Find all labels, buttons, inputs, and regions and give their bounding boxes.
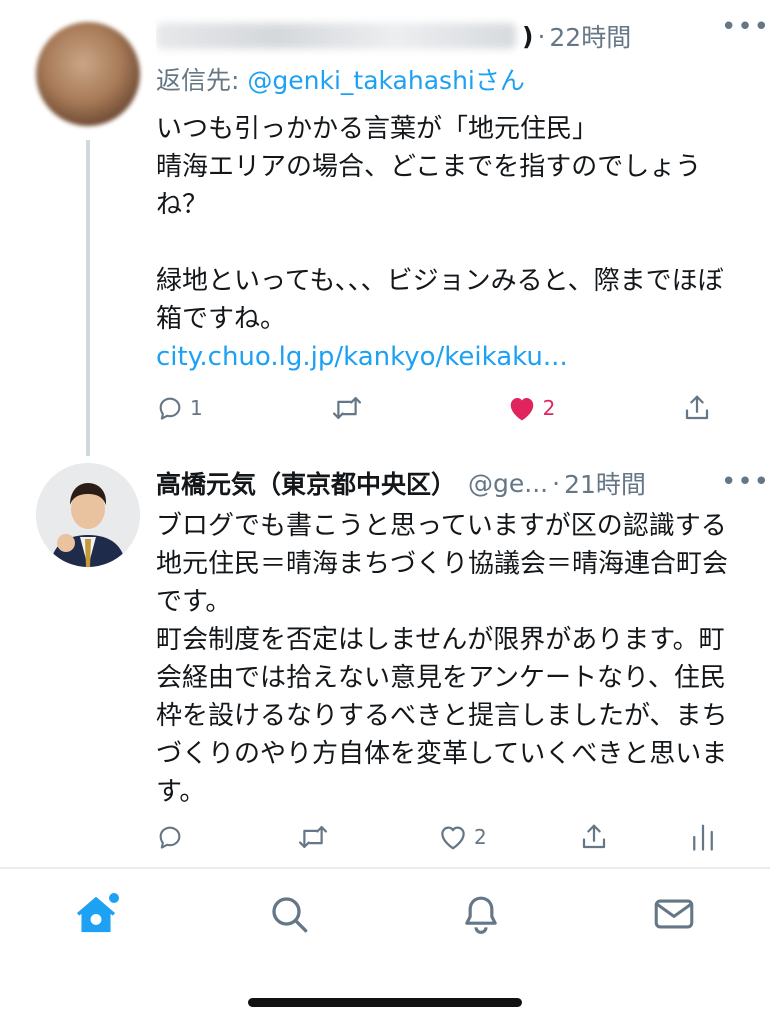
- reply-count: 1: [190, 396, 203, 420]
- avatar-portrait-icon: [36, 463, 140, 567]
- thread-line: [86, 140, 90, 456]
- tweet-header: 高橋元気（東京都中央区） @ge... · 21時間: [156, 459, 742, 507]
- bottom-tab-bar: [0, 869, 770, 959]
- reply-to-handle[interactable]: @genki_takahashi: [247, 66, 474, 95]
- heart-filled-icon: [510, 398, 533, 421]
- tab-home[interactable]: [56, 884, 136, 944]
- tweet-time[interactable]: 22時間: [549, 18, 631, 54]
- retweet-icon: [298, 826, 328, 848]
- tweet-reply[interactable]: ) · 22時間 返信先: @genki_takahashiさん いつも引っかか…: [0, 0, 770, 456]
- reply-to-line: 返信先: @genki_takahashiさん: [156, 60, 742, 102]
- tweet-text: いつも引っかかる言葉が「地元住民」 晴海エリアの場合、どこまでを指すのでしょうね…: [156, 114, 724, 334]
- avatar-blurred[interactable]: [36, 22, 140, 126]
- search-icon: [272, 897, 308, 933]
- retweet-icon: [333, 397, 362, 419]
- tweet-actions: 2: [156, 817, 718, 857]
- tab-messages[interactable]: [634, 884, 714, 944]
- author-name-tail: ): [522, 21, 534, 51]
- share-icon: [582, 824, 606, 849]
- analytics-button[interactable]: [690, 822, 718, 852]
- reply-to-suffix[interactable]: さん: [475, 66, 525, 95]
- tweet-actions: 1 2: [156, 388, 722, 428]
- separator-dot: ·: [552, 468, 561, 498]
- avatar-takahashi[interactable]: [36, 463, 140, 567]
- tweet-content: ) · 22時間 返信先: @genki_takahashiさん いつも引っかか…: [156, 12, 742, 376]
- more-options-icon[interactable]: •••: [721, 12, 770, 42]
- retweet-button[interactable]: [297, 823, 367, 851]
- heart-outline-icon: [441, 826, 465, 850]
- tweet-time[interactable]: 21時間: [564, 465, 646, 501]
- share-icon: [685, 395, 709, 420]
- like-count: 2: [474, 825, 487, 849]
- home-indicator[interactable]: [248, 998, 522, 1007]
- tweet-text: ブログでも書こうと思っていますが区の認識する地元住民＝晴海まちづくり協議会＝晴海…: [156, 511, 729, 807]
- tab-notifications[interactable]: [441, 884, 521, 944]
- share-button[interactable]: [579, 822, 619, 852]
- bell-icon: [465, 896, 497, 934]
- retweet-button[interactable]: [331, 394, 401, 422]
- mail-icon: [654, 899, 694, 929]
- reply-button[interactable]: 1: [156, 394, 226, 422]
- tweet-link[interactable]: city.chuo.lg.jp/kankyo/keikaku...: [156, 338, 742, 376]
- reply-icon: [159, 397, 181, 420]
- analytics-icon: [693, 824, 713, 851]
- tab-search[interactable]: [249, 884, 329, 944]
- like-button[interactable]: 2: [507, 394, 577, 422]
- reply-to-prefix: 返信先:: [156, 66, 248, 95]
- reply-button[interactable]: [156, 823, 226, 851]
- tweet-content: 高橋元気（東京都中央区） @ge... · 21時間 ブログでも書こうと思ってい…: [156, 459, 742, 811]
- blurred-author-name[interactable]: [156, 23, 516, 49]
- tweet-header: ) · 22時間: [156, 12, 742, 60]
- author-name[interactable]: 高橋元気（東京都中央区）: [156, 465, 456, 501]
- author-handle[interactable]: @ge...: [468, 469, 548, 498]
- share-button[interactable]: [682, 393, 722, 423]
- like-count: 2: [542, 396, 556, 420]
- separator-dot: ·: [537, 21, 546, 51]
- like-button[interactable]: 2: [438, 823, 508, 851]
- reply-icon: [159, 826, 181, 849]
- more-options-icon[interactable]: •••: [721, 467, 770, 497]
- tweet-author[interactable]: 高橋元気（東京都中央区） @ge... · 21時間 ブログでも書こうと思ってい…: [0, 455, 770, 867]
